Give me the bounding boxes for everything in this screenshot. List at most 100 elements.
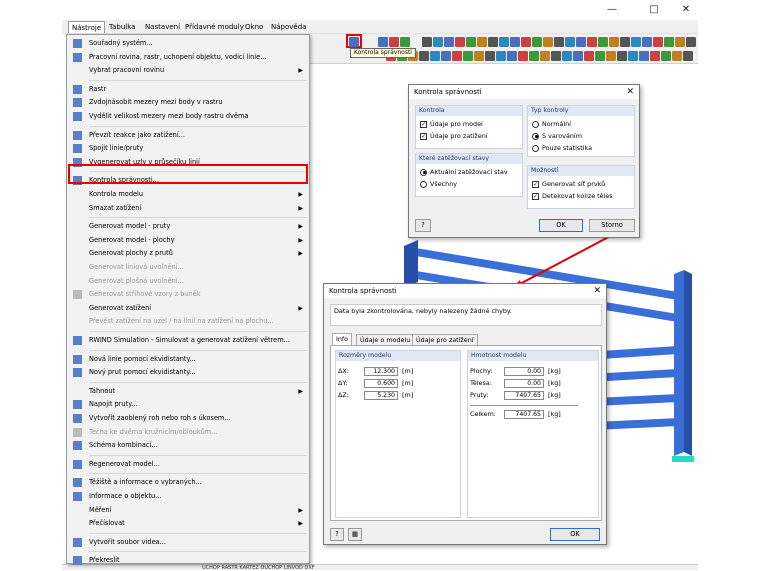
toolbar-button-icon[interactable] [562,51,572,61]
check-generate-mesh[interactable]: ✓ Generovat síť prvků [532,180,605,189]
menu-item[interactable]: Převzít reakce jako zatížení... [67,129,309,142]
tab-load-data[interactable]: Údaje pro zatížení [412,334,478,345]
toolbar-button-icon[interactable] [485,51,495,61]
toolbar-button-icon[interactable] [378,37,388,47]
toolbar-button-icon[interactable] [529,51,539,61]
toolbar-button-icon[interactable] [639,51,649,61]
menu-item[interactable]: Kontrola modelu ▶ [67,188,309,201]
menu-item[interactable]: Generovat model - pruty ▶ [67,220,309,233]
menu-item[interactable]: Generovat model - plochy ▶ [67,234,309,247]
plausibility-check-icon[interactable] [349,37,359,47]
toolbar-button-icon[interactable] [389,37,399,47]
toolbar-button-icon[interactable] [510,37,520,47]
menu-tabulka[interactable]: Tabulka [106,21,138,33]
check-model-data[interactable]: ✓ Údaje pro model [420,120,483,129]
menu-item[interactable]: RWIND Simulation - Simulovat a generovat… [67,334,309,347]
toolbar-button-icon[interactable] [518,51,528,61]
toolbar-button-icon[interactable] [642,37,652,47]
toolbar-button-icon[interactable] [587,37,597,47]
toolbar-button-icon[interactable] [576,37,586,47]
check-load-data[interactable]: ✓ Údaje pro zatížení [420,132,488,141]
radio-normal[interactable]: Normální [532,120,571,129]
checkbox-icon[interactable]: ✓ [420,132,427,140]
help-button[interactable]: ? [415,219,431,232]
toolbar-button-icon[interactable] [521,37,531,47]
toolbar-button-icon[interactable] [466,37,476,47]
toolbar-button-icon[interactable] [430,51,440,61]
radio-statistics-only[interactable]: Pouze statistika [532,144,592,153]
toolbar-button-icon[interactable] [661,51,671,61]
help-button[interactable]: ? [330,528,344,541]
radio-current-load-case[interactable]: Aktuální zatěžovací stav [420,168,508,177]
close-icon[interactable]: ✕ [676,2,696,18]
toolbar-button-icon[interactable] [455,37,465,47]
toolbar-button-icon[interactable] [683,51,693,61]
radio-icon[interactable] [532,120,539,128]
menu-item[interactable]: Vytvořit soubor videa... [67,536,309,549]
radio-all[interactable]: Všechny [420,180,457,189]
toolbar-button-icon[interactable] [595,51,605,61]
menu-item[interactable]: Vybrat pracovní rovinu ▶ [67,64,309,77]
menu-item[interactable]: Informace o objektu... [67,490,309,503]
toolbar-button-icon[interactable] [543,37,553,47]
toolbar-button-icon[interactable] [653,37,663,47]
toolbar-button-icon[interactable] [452,51,462,61]
ok-button[interactable]: OK [539,219,583,232]
units-button[interactable]: ▦ [348,528,362,541]
toolbar-button-icon[interactable] [419,51,429,61]
toolbar-button-icon[interactable] [474,51,484,61]
toolbar-button-icon[interactable] [433,37,443,47]
minimize-icon[interactable]: — [602,2,622,18]
menu-item[interactable]: Nová linie pomocí ekvidistanty... [67,353,309,366]
toolbar-button-icon[interactable] [477,37,487,47]
menu-item[interactable]: Nový prut pomocí ekvidistanty... [67,366,309,379]
maximize-icon[interactable]: □ [644,2,664,18]
menu-item[interactable]: Přečíslovat ▶ [67,517,309,530]
menu-item[interactable]: Generovat zatížení ▶ [67,302,309,315]
toolbar-button-icon[interactable] [631,37,641,47]
toolbar-button-icon[interactable] [672,51,682,61]
radio-icon[interactable] [532,144,539,152]
toolbar-button-icon[interactable] [686,37,696,47]
toolbar-button-icon[interactable] [540,51,550,61]
menu-item[interactable]: Schéma kombinací... [67,439,309,452]
toolbar-button-icon[interactable] [554,37,564,47]
menu-item[interactable]: Překreslit [67,554,309,567]
menu-item[interactable]: Napojit pruty... [67,398,309,411]
close-icon[interactable]: ✕ [593,284,601,298]
toolbar-button-icon[interactable] [499,37,509,47]
toolbar-button-icon[interactable] [628,51,638,61]
menu-item[interactable]: Spojit linie/pruty [67,142,309,155]
toolbar-button-icon[interactable] [422,37,432,47]
menu-item[interactable]: Generovat plochy z prutů ▶ [67,247,309,260]
radio-with-warning[interactable]: S varováním [532,132,582,141]
checkbox-icon[interactable]: ✓ [532,192,539,200]
menu-item[interactable]: Regenerovat model... [67,458,309,471]
toolbar-button-icon[interactable] [606,51,616,61]
toolbar-button-icon[interactable] [463,51,473,61]
tab-model-data[interactable]: Údaje o modelu [356,334,415,345]
toolbar-button-icon[interactable] [598,37,608,47]
menu-item[interactable]: Vytvořit zaoblený roh nebo roh s úkosem.… [67,412,309,425]
toolbar-button-icon[interactable] [664,37,674,47]
toolbar-button-icon[interactable] [400,37,410,47]
cancel-button[interactable]: Storno [589,219,635,232]
toolbar-button-icon[interactable] [573,51,583,61]
menu-nastroje[interactable]: Nástroje [68,21,106,33]
toolbar-button-icon[interactable] [507,51,517,61]
menu-item[interactable]: Těžiště a informace o vybraných... [67,476,309,489]
check-detect-collisions[interactable]: ✓ Detekovat kolize těles [532,192,613,201]
checkbox-icon[interactable]: ✓ [420,120,427,128]
toolbar-button-icon[interactable] [584,51,594,61]
menu-okno[interactable]: Okno [242,21,266,33]
toolbar-button-icon[interactable] [444,37,454,47]
menu-pridavne-moduly[interactable]: Přídavné moduly [182,21,247,33]
menu-item[interactable]: Vydělit velikost mezery mezi body rastru… [67,110,309,123]
ok-button[interactable]: OK [550,528,600,541]
menu-item[interactable]: Táhnout ▶ [67,385,309,398]
radio-selected-icon[interactable] [532,132,539,140]
toolbar-button-icon[interactable] [609,37,619,47]
menu-item[interactable]: Smazat zatížení ▶ [67,202,309,215]
radio-selected-icon[interactable] [420,168,427,176]
toolbar-button-icon[interactable] [441,51,451,61]
